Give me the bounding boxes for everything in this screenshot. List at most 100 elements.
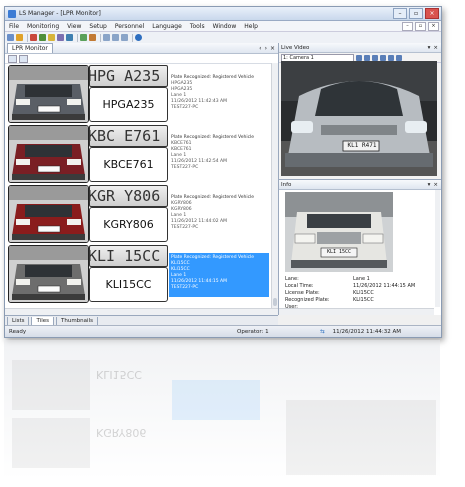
status-operator: Operator: 1 [237, 328, 269, 335]
lpr-record-list: HPG A235 HPGA235 Plate Recognized: Registe… [5, 63, 271, 309]
live-video-pin-icon[interactable]: ▾ [428, 45, 431, 51]
info-field-value: Lane 1 [353, 276, 370, 282]
toolbar-list-icon[interactable] [103, 34, 110, 41]
settings-icon[interactable] [396, 54, 402, 61]
vehicle-snapshot[interactable] [8, 185, 89, 243]
minimize-button[interactable]: – [393, 8, 407, 19]
maximize-button[interactable]: ▫ [409, 8, 423, 19]
menu-view[interactable]: View [63, 23, 85, 30]
app-icon [8, 9, 16, 18]
info-field-row: Local Time: 11/26/2012 11:44:15 AM [285, 283, 415, 290]
record-station: TEST227-PC [171, 285, 199, 290]
recognized-plate: KGRY806 [89, 207, 168, 242]
toolbar-help-icon[interactable] [135, 34, 142, 41]
right-pane: Live Video ▾ × 1: Camera 1 KL1 R471 Info… [279, 43, 441, 315]
menu-language[interactable]: Language [148, 23, 186, 30]
live-video-title: Live Video [281, 44, 310, 51]
vehicle-snapshot[interactable] [8, 245, 89, 303]
status-datetime: 11/26/2012 11:44:32 AM [332, 328, 402, 335]
menu-file[interactable]: File [5, 23, 23, 30]
info-image-plate-text: KLI 15CC [326, 249, 352, 255]
mdi-minimize-button[interactable]: – [402, 21, 413, 31]
record-details[interactable]: Plate Recognized: Registered Vehicle HPGA… [169, 73, 269, 117]
info-field-label: Recognized Plate: [285, 297, 330, 303]
lpr-record-row[interactable]: KBC E761 KBCE761 Plate Recognized: Registe… [5, 125, 271, 183]
menu-tools[interactable]: Tools [186, 23, 209, 30]
record-details[interactable]: Plate Recognized: Registered Vehicle KLI1… [169, 253, 269, 297]
zoom-in-icon[interactable] [380, 54, 386, 61]
info-field-value: KLI15CC [353, 290, 374, 296]
lpr-pane-header: LPR Monitor ‹ › × [5, 43, 278, 54]
scrollbar-thumb[interactable] [273, 298, 277, 306]
toolbar-new-icon[interactable] [7, 34, 14, 41]
pane-prev-icon[interactable]: ‹ [259, 45, 261, 52]
lpr-monitor-pane: LPR Monitor ‹ › × HPG A235 HPGA235 Plate R… [5, 43, 279, 315]
list-vertical-scrollbar[interactable] [271, 63, 278, 309]
live-video-close-icon[interactable]: × [433, 45, 438, 51]
mdi-close-button[interactable]: × [428, 21, 439, 31]
info-pin-icon[interactable]: ▾ [428, 182, 431, 188]
reflection-plate-text: KLI15CC [96, 368, 142, 381]
reflection-plate-text: KGRY806 [96, 426, 147, 439]
vehicle-snapshot[interactable] [8, 65, 89, 123]
info-field-label: License Plate: [285, 290, 320, 296]
toolbar-open-icon[interactable] [16, 34, 23, 41]
tab-lpr-monitor[interactable]: LPR Monitor [7, 43, 53, 53]
info-horizontal-scrollbar[interactable] [279, 308, 434, 315]
window-reflection: KLI15CC KGRY806 [4, 340, 440, 480]
zoom-out-icon[interactable] [388, 54, 394, 61]
record-details[interactable]: Plate Recognized: Registered Vehicle KBCE… [169, 133, 269, 177]
menu-window[interactable]: Window [209, 23, 241, 30]
toolbar-grid-icon[interactable] [112, 34, 119, 41]
info-field-value: 11/26/2012 11:44:15 AM [353, 283, 416, 289]
menu-personnel[interactable]: Personnel [111, 23, 148, 30]
info-vertical-scrollbar[interactable] [435, 190, 440, 307]
reflection-thumb [12, 360, 90, 410]
info-vehicle-image: KLI 15CC [285, 192, 393, 272]
info-field-row: Recognized Plate: KLI15CC [285, 297, 415, 304]
record-details[interactable]: Plate Recognized: Registered Vehicle KGRY… [169, 193, 269, 237]
plate-crop-image: HPG A235 [89, 65, 168, 87]
list-horizontal-scrollbar[interactable] [5, 308, 278, 315]
menu-monitoring[interactable]: Monitoring [23, 23, 63, 30]
record-station: TEST227-PC [171, 165, 199, 170]
camera-next-icon[interactable] [364, 54, 370, 61]
filter-icon[interactable] [8, 54, 17, 63]
info-vehicle-svg [285, 192, 393, 272]
toolbar-play-icon[interactable] [39, 34, 46, 41]
menu-setup[interactable]: Setup [85, 23, 110, 30]
toolbar-users-icon[interactable] [57, 34, 64, 41]
toolbar-report-icon[interactable] [89, 34, 96, 41]
pane-close-icon[interactable]: × [270, 45, 275, 52]
menu-help[interactable]: Help [240, 23, 262, 30]
toolbar-chart-icon[interactable] [80, 34, 87, 41]
info-field-label: Local Time: [285, 283, 314, 289]
vehicle-snapshot-image [9, 246, 88, 302]
columns-icon[interactable] [19, 54, 28, 63]
lpr-record-row[interactable]: HPG A235 HPGA235 Plate Recognized: Registe… [5, 65, 271, 123]
mdi-restore-button[interactable]: ▫ [415, 21, 426, 31]
toolbar-print-icon[interactable] [121, 34, 128, 41]
camera-prev-icon[interactable] [356, 54, 362, 61]
snapshot-icon[interactable] [372, 54, 378, 61]
close-button[interactable]: × [425, 8, 439, 19]
vehicle-snapshot-image [9, 186, 88, 242]
pane-next-icon[interactable]: › [265, 45, 267, 52]
toolbar-folder-icon[interactable] [48, 34, 55, 41]
vehicle-snapshot-image [9, 66, 88, 122]
lpr-record-row[interactable]: KLI 15CC KLI15CC Plate Recognized: Registe… [5, 245, 271, 303]
live-video-feed: KL1 R471 [281, 61, 437, 176]
toolbar-stop-icon[interactable] [30, 34, 37, 41]
recognized-plate: KBCE761 [89, 147, 168, 182]
vehicle-snapshot[interactable] [8, 125, 89, 183]
reflection-selection [172, 380, 260, 420]
status-bar: Ready Operator: 1 ⇆ 11/26/2012 11:44:32 … [5, 325, 441, 337]
live-video-plate-text: KL1 R471 [347, 142, 377, 149]
lpr-record-row[interactable]: KGR Y806 KGRY806 Plate Recognized: Registe… [5, 185, 271, 243]
info-header: Info ▾ × [279, 180, 441, 190]
toolbar-camera-icon[interactable] [66, 34, 73, 41]
info-field-row: License Plate: KLI15CC [285, 290, 415, 297]
info-close-icon[interactable]: × [433, 182, 438, 188]
window-title: LS Manager - [LPR Monitor] [19, 10, 101, 17]
info-field-value: KLI15CC [353, 297, 374, 303]
